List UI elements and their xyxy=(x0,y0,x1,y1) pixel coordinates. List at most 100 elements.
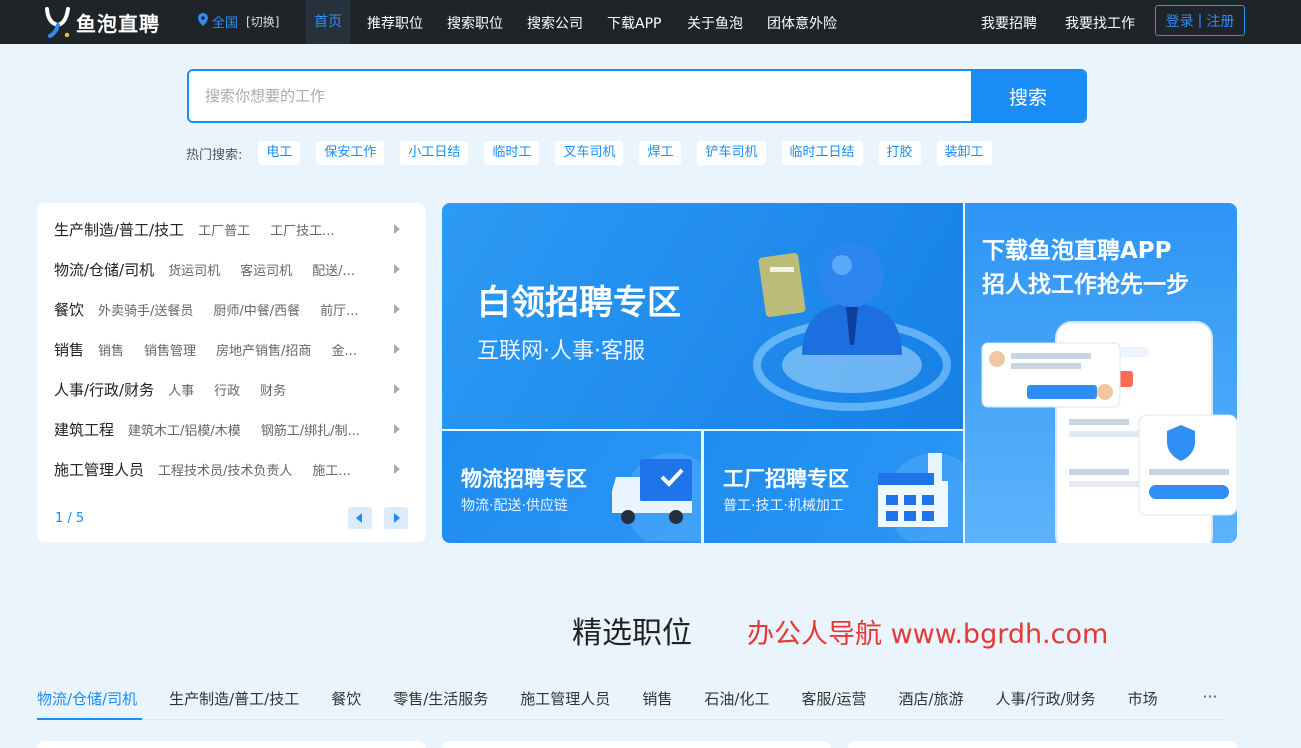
tab-construction-mgmt[interactable]: 施工管理人员 xyxy=(520,688,610,709)
hot-tag[interactable]: 铲车司机 xyxy=(697,141,766,165)
tab-customer-service[interactable]: 客服/运营 xyxy=(801,688,866,709)
featured-tabs: 物流/仓储/司机 生产制造/普工/技工 餐饮 零售/生活服务 施工管理人员 销售… xyxy=(37,686,1227,710)
prev-page-button[interactable] xyxy=(348,507,372,529)
category-main[interactable]: 人事/行政/财务 xyxy=(54,379,154,400)
category-sub[interactable]: 销售管理 xyxy=(144,340,196,359)
banner-download-app[interactable]: 下载鱼泡直聘APP 招人找工作抢先一步 xyxy=(965,203,1237,543)
featured-title: 精选职位 xyxy=(572,616,692,651)
search-input[interactable] xyxy=(189,71,973,121)
nav-recommended-jobs[interactable]: 推荐职位 xyxy=(367,13,423,33)
tab-marketing[interactable]: 市场 xyxy=(1128,688,1158,709)
login-register-button[interactable]: 登录 | 注册 xyxy=(1155,5,1245,36)
category-main[interactable]: 销售 xyxy=(54,339,84,360)
nav-download-app[interactable]: 下载APP xyxy=(607,13,661,33)
logo[interactable]: 鱼泡直聘 xyxy=(44,4,160,40)
category-sub[interactable]: 钢筋工/绑扎/制... xyxy=(261,420,360,439)
nav-group-insurance[interactable]: 团体意外险 xyxy=(767,13,837,33)
login-link[interactable]: 登录 xyxy=(1166,11,1194,31)
category-main[interactable]: 施工管理人员 xyxy=(54,459,144,480)
location-selector[interactable]: 全国 [切换] xyxy=(198,12,279,31)
hot-tag[interactable]: 保安工作 xyxy=(316,141,385,165)
nav-search-jobs[interactable]: 搜索职位 xyxy=(447,13,503,33)
logo-text: 鱼泡直聘 xyxy=(76,11,160,36)
category-main[interactable]: 建筑工程 xyxy=(54,419,114,440)
job-card[interactable] xyxy=(442,741,831,748)
hot-tag[interactable]: 叉车司机 xyxy=(555,141,624,165)
job-card[interactable] xyxy=(848,741,1237,748)
chevron-right-icon xyxy=(394,224,400,234)
category-row[interactable]: 建筑工程 建筑木工/铝模/木模 钢筋工/绑扎/制... xyxy=(54,417,414,441)
hot-tag[interactable]: 小工日结 xyxy=(400,141,469,165)
category-sub[interactable]: 人事 xyxy=(168,380,194,399)
category-sub[interactable]: 前厅... xyxy=(320,300,358,319)
category-sub[interactable]: 工程技术员/技术负责人 xyxy=(158,460,292,479)
category-sub[interactable]: 外卖骑手/送餐员 xyxy=(98,300,193,319)
tab-catering[interactable]: 餐饮 xyxy=(331,688,361,709)
category-pager: 1 / 5 xyxy=(55,511,85,526)
recruit-link[interactable]: 我要招聘 xyxy=(981,13,1037,33)
job-card[interactable] xyxy=(37,741,426,748)
factory-icon xyxy=(878,453,963,541)
search-button[interactable]: 搜索 xyxy=(971,71,1085,121)
find-job-link[interactable]: 我要找工作 xyxy=(1065,13,1135,33)
category-sub[interactable]: 销售 xyxy=(98,340,124,359)
next-page-button[interactable] xyxy=(384,507,408,529)
category-sub[interactable]: 行政 xyxy=(214,380,240,399)
tab-petrochem[interactable]: 石油/化工 xyxy=(704,688,769,709)
hot-tag[interactable]: 临时工 xyxy=(484,141,540,165)
category-row[interactable]: 施工管理人员 工程技术员/技术负责人 施工... xyxy=(54,457,414,481)
category-main[interactable]: 物流/仓储/司机 xyxy=(54,259,154,280)
category-sub[interactable]: 房地产销售/招商 xyxy=(216,340,311,359)
hot-tag[interactable]: 焊工 xyxy=(639,141,682,165)
top-navbar: 鱼泡直聘 全国 [切换] 首页 推荐职位 搜索职位 搜索公司 下载APP 关于鱼… xyxy=(0,0,1301,44)
category-main[interactable]: 餐饮 xyxy=(54,299,84,320)
active-tab-underline xyxy=(37,718,142,720)
category-sub[interactable]: 金... xyxy=(331,340,356,359)
category-sub[interactable]: 配送/... xyxy=(312,260,355,279)
tab-hr[interactable]: 人事/行政/财务 xyxy=(996,688,1096,709)
more-tabs-button[interactable]: ··· xyxy=(1190,672,1230,720)
login-divider: | xyxy=(1197,12,1203,29)
tab-logistics[interactable]: 物流/仓储/司机 xyxy=(37,688,137,709)
category-row[interactable]: 人事/行政/财务 人事 行政 财务 xyxy=(54,377,414,401)
category-sub[interactable]: 工厂技工... xyxy=(270,220,334,239)
banner-app-line1: 下载鱼泡直聘APP xyxy=(982,238,1172,264)
banner-subtitle: 互联网·人事·客服 xyxy=(477,339,645,364)
category-sub[interactable]: 工厂普工 xyxy=(198,220,250,239)
nav-search-companies[interactable]: 搜索公司 xyxy=(527,13,583,33)
banner-factory[interactable]: 工厂招聘专区 普工·技工·机械加工 xyxy=(704,431,963,543)
chevron-right-icon xyxy=(394,464,400,474)
banner-logistics[interactable]: 物流招聘专区 物流·配送·供应链 xyxy=(442,431,701,543)
tab-retail[interactable]: 零售/生活服务 xyxy=(393,688,488,709)
location-switch-link[interactable]: [切换] xyxy=(246,13,279,30)
category-sub[interactable]: 财务 xyxy=(260,380,286,399)
category-sub[interactable]: 客运司机 xyxy=(240,260,292,279)
nav-home[interactable]: 首页 xyxy=(306,0,350,44)
category-sub[interactable]: 建筑木工/铝模/木模 xyxy=(128,420,241,439)
category-row[interactable]: 餐饮 外卖骑手/送餐员 厨师/中餐/西餐 前厅... xyxy=(54,297,414,321)
tab-sales[interactable]: 销售 xyxy=(642,688,672,709)
hot-tag[interactable]: 装卸工 xyxy=(936,141,992,165)
category-main[interactable]: 生产制造/普工/技工 xyxy=(54,219,184,240)
category-sub[interactable]: 货运司机 xyxy=(168,260,220,279)
truck-icon xyxy=(612,453,701,541)
arrow-left-icon xyxy=(356,513,362,523)
tabs-divider xyxy=(37,719,1227,720)
category-row[interactable]: 生产制造/普工/技工 工厂普工 工厂技工... xyxy=(54,217,414,241)
category-row[interactable]: 销售 销售 销售管理 房地产销售/招商 金... xyxy=(54,337,414,361)
chevron-right-icon xyxy=(394,424,400,434)
tab-hotel[interactable]: 酒店/旅游 xyxy=(898,688,963,709)
register-link[interactable]: 注册 xyxy=(1206,11,1234,31)
hot-tag[interactable]: 临时工日结 xyxy=(781,141,863,165)
tab-manufacturing[interactable]: 生产制造/普工/技工 xyxy=(169,688,299,709)
banner-white-collar[interactable]: 白领招聘专区 互联网·人事·客服 xyxy=(442,203,963,429)
hot-tag[interactable]: 打胶 xyxy=(878,141,921,165)
nav-about[interactable]: 关于鱼泡 xyxy=(687,13,743,33)
category-row[interactable]: 物流/仓储/司机 货运司机 客运司机 配送/... xyxy=(54,257,414,281)
hot-searches: 热门搜索: 电工 保安工作 小工日结 临时工 叉车司机 焊工 铲车司机 临时工日… xyxy=(186,141,1008,165)
chevron-right-icon xyxy=(394,304,400,314)
category-sub[interactable]: 施工... xyxy=(312,460,350,479)
chevron-right-icon xyxy=(394,264,400,274)
hot-tag[interactable]: 电工 xyxy=(258,141,301,165)
category-sub[interactable]: 厨师/中餐/西餐 xyxy=(213,300,300,319)
